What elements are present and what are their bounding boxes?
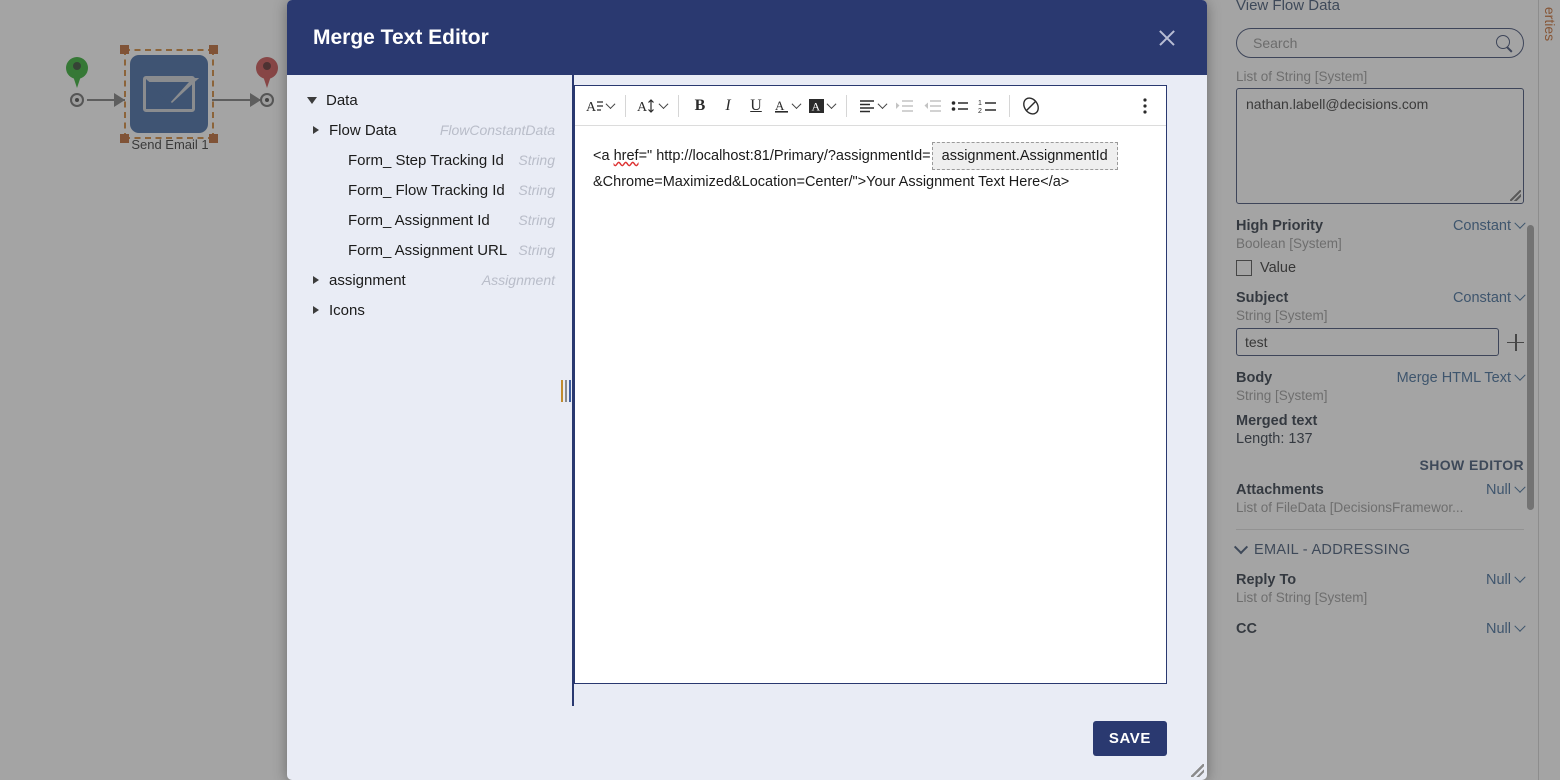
merge-token-chip[interactable]: assignment.AssignmentId <box>931 142 1118 170</box>
chevron-right-icon <box>313 276 319 284</box>
svg-text:A: A <box>586 100 597 115</box>
svg-text:2: 2 <box>978 108 982 115</box>
toolbar-separator <box>846 94 847 117</box>
chevron-down-icon <box>658 99 669 110</box>
highlight-color-button[interactable]: A <box>805 91 838 121</box>
save-button[interactable]: SAVE <box>1092 720 1167 756</box>
tree-item-form-flow-tracking-id[interactable]: Form_ Flow Tracking Id String <box>287 175 557 205</box>
tree-item-label: Form_ Assignment Id <box>348 211 490 229</box>
editor-container: A A B I U A A 1 2 <a href=" http://local… <box>574 75 1207 706</box>
tree-item-label: Flow Data <box>329 121 397 139</box>
align-button[interactable] <box>855 91 889 121</box>
chevron-right-icon <box>313 126 319 134</box>
tree-item-icons[interactable]: Icons <box>287 295 557 325</box>
tree-item-form-assignment-id[interactable]: Form_ Assignment Id String <box>287 205 557 235</box>
panel-splitter[interactable] <box>557 75 574 706</box>
font-size-button[interactable]: A <box>634 91 670 121</box>
tree-item-flow-data[interactable]: Flow Data FlowConstantData <box>287 115 557 145</box>
text-color-button[interactable]: A <box>771 91 803 121</box>
tree-item-form-step-tracking-id[interactable]: Form_ Step Tracking Id String <box>287 145 557 175</box>
tree-item-type: String <box>518 152 555 168</box>
tree-item-assignment[interactable]: assignment Assignment <box>287 265 557 295</box>
italic-button[interactable]: I <box>715 91 741 121</box>
bold-button[interactable]: B <box>687 91 713 121</box>
tree-item-label: Icons <box>329 301 365 319</box>
numbered-list-button[interactable]: 12 <box>975 91 1001 121</box>
chevron-down-icon <box>877 99 888 110</box>
tree-item-label: Form_ Step Tracking Id <box>348 151 504 169</box>
editor-toolbar: A A B I U A A 1 2 <box>575 86 1166 126</box>
splitter-bar <box>572 75 574 706</box>
editor-text-post: =" http://localhost:81/Primary/?assignme… <box>638 148 931 164</box>
underline-button[interactable]: U <box>743 91 769 121</box>
bullet-list-button[interactable] <box>947 91 973 121</box>
indent-button[interactable] <box>891 91 917 121</box>
svg-text:A: A <box>637 100 648 115</box>
tree-item-type: String <box>518 212 555 228</box>
data-tree: Data Flow Data FlowConstantData Form_ St… <box>287 75 557 706</box>
editor-text-misspelled: href <box>613 148 639 164</box>
insert-link-button[interactable] <box>1018 91 1044 121</box>
svg-text:A: A <box>812 99 821 113</box>
outdent-button[interactable] <box>919 91 945 121</box>
tree-item-form-assignment-url[interactable]: Form_ Assignment URL String <box>287 235 557 265</box>
chevron-right-icon <box>313 306 319 314</box>
paragraph-format-button[interactable]: A <box>583 91 617 121</box>
merge-text-editor-dialog: Merge Text Editor Data Flow Data FlowCon… <box>287 0 1207 780</box>
rich-text-editor: A A B I U A A 1 2 <a href=" http://local… <box>574 85 1167 684</box>
more-options-button[interactable] <box>1132 91 1158 121</box>
toolbar-separator <box>1009 94 1010 117</box>
tree-item-type: Assignment <box>481 272 555 288</box>
chevron-down-icon <box>605 99 616 110</box>
svg-text:A: A <box>775 98 785 113</box>
chevron-down-icon <box>791 99 802 110</box>
dialog-body: Data Flow Data FlowConstantData Form_ St… <box>287 75 1207 706</box>
editor-text-area[interactable]: <a href=" http://localhost:81/Primary/?a… <box>575 126 1166 683</box>
tree-item-data[interactable]: Data <box>287 85 557 115</box>
editor-text-pre: <a <box>593 148 614 164</box>
tree-item-type: String <box>518 182 555 198</box>
tree-item-type: FlowConstantData <box>439 122 555 138</box>
chevron-down-icon <box>307 96 317 104</box>
close-icon[interactable] <box>1153 24 1181 52</box>
dialog-footer: SAVE <box>287 706 1207 780</box>
tree-item-label: Form_ Flow Tracking Id <box>348 181 505 199</box>
dialog-title: Merge Text Editor <box>313 25 489 49</box>
editor-text-tail: &Chrome=Maximized&Location=Center/">Your… <box>593 174 1070 190</box>
tree-item-label: Form_ Assignment URL <box>348 241 508 259</box>
dialog-resize-grip-icon[interactable] <box>1191 764 1204 777</box>
tree-item-label: assignment <box>329 271 406 289</box>
dialog-header: Merge Text Editor <box>287 0 1207 75</box>
tree-item-type: String <box>518 242 555 258</box>
splitter-grip-icon <box>560 379 571 402</box>
toolbar-separator <box>625 94 626 117</box>
chevron-down-icon <box>826 99 837 110</box>
tree-item-label: Data <box>326 91 358 109</box>
svg-text:1: 1 <box>978 100 982 107</box>
toolbar-separator <box>678 94 679 117</box>
